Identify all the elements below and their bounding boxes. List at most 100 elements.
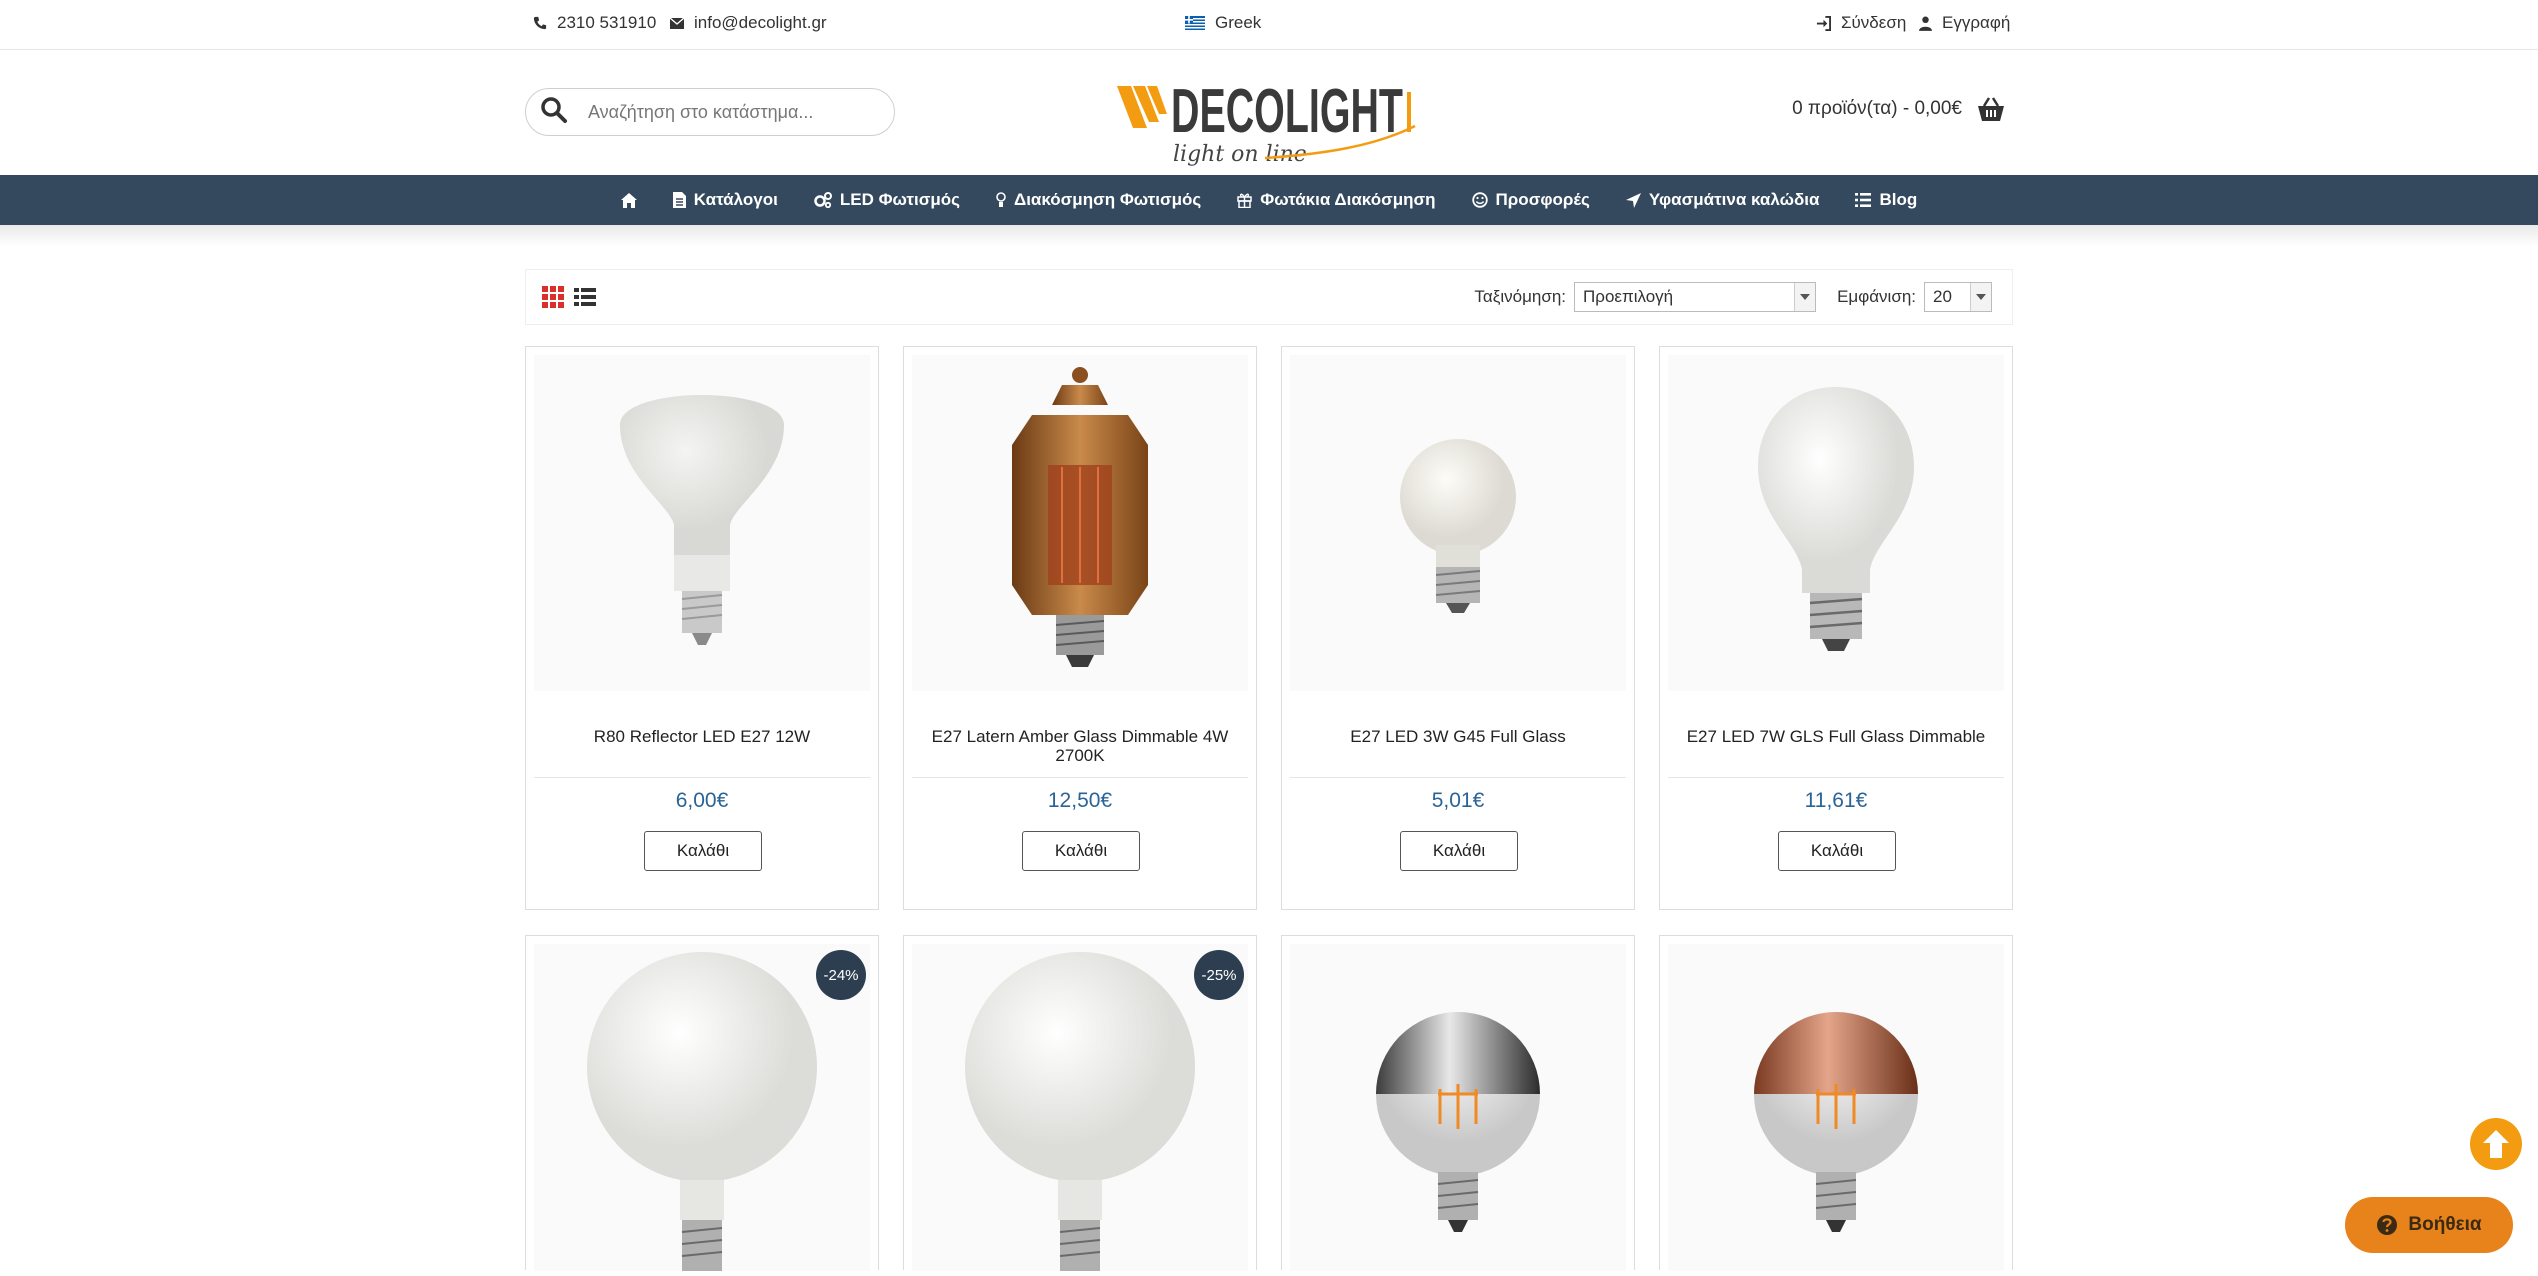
nav-label: LED Φωτισμός: [839, 190, 960, 209]
language-selector[interactable]: Greek: [1185, 13, 1261, 33]
product-image[interactable]: [912, 944, 1248, 1271]
sort-select[interactable]: Προεπιλογή: [1574, 282, 1816, 312]
sort-control: Ταξινόμηση: Προεπιλογή: [1474, 282, 1816, 312]
nav-offers[interactable]: Προσφορές: [1471, 190, 1590, 210]
product-price: 6,00€: [675, 789, 729, 812]
product-price: 12,50€: [1047, 789, 1113, 812]
nav-decor-lights[interactable]: Φωτάκια Διακόσμηση: [1237, 190, 1436, 210]
divider: [534, 777, 870, 778]
add-to-cart-button[interactable]: Καλάθι: [1022, 831, 1140, 871]
product-card[interactable]: -24%: [525, 935, 879, 1271]
nav-decor-lighting[interactable]: Διακόσμηση Φωτισμός: [996, 190, 1201, 210]
product-image[interactable]: [1668, 944, 2004, 1271]
nav-catalogs[interactable]: Κατάλογοι: [672, 190, 778, 210]
nav-label: Διακόσμηση Φωτισμός: [1013, 190, 1202, 209]
login-label: Σύνδεση: [1841, 13, 1907, 32]
sort-label: Ταξινόμηση:: [1474, 287, 1566, 306]
sign-in-icon: [1816, 15, 1831, 31]
sort-value: Προεπιλογή: [1583, 287, 1674, 306]
product-toolbar: Ταξινόμηση: Προεπιλογή Εμφάνιση: 20: [525, 269, 2013, 325]
divider: [1290, 777, 1626, 778]
chevron-down-icon: [1794, 283, 1815, 311]
divider: [1668, 777, 2004, 778]
product-image[interactable]: [1668, 355, 2004, 691]
cart-summary[interactable]: 0 προϊόν(τα) - 0,00€: [1792, 96, 2006, 122]
cogs-icon: [814, 192, 832, 208]
product-price: 5,01€: [1431, 789, 1485, 812]
product-image[interactable]: [534, 355, 870, 691]
logo-wordmark: DECOLIGHT: [1171, 77, 1403, 146]
product-title[interactable]: E27 LED 7W GLS Full Glass Dimmable: [1670, 727, 2002, 746]
grid-view-icon[interactable]: [542, 286, 564, 313]
decolight-logo[interactable]: DECOLIGHT light on line: [1115, 76, 1425, 167]
product-card[interactable]: [1659, 935, 2013, 1271]
nav-blog[interactable]: Blog: [1855, 190, 1917, 210]
envelope-icon: [670, 17, 684, 29]
product-card[interactable]: E27 LED 7W GLS Full Glass Dimmable 11,61…: [1659, 346, 2013, 910]
top-bar: 2310 531910 info@decolight.gr Greek Σύνδ…: [0, 0, 2538, 50]
nav-label: Κατάλογοι: [693, 190, 778, 209]
nav-label: Φωτάκια Διακόσμηση: [1260, 190, 1436, 209]
discount-badge: -25%: [1194, 950, 1244, 1000]
add-to-cart-button[interactable]: Καλάθι: [1400, 831, 1518, 871]
search-input[interactable]: [586, 100, 870, 124]
basket-icon: [1978, 97, 2004, 121]
product-title[interactable]: R80 Reflector LED E27 12W: [536, 727, 868, 746]
divider: [912, 777, 1248, 778]
show-control: Εμφάνιση: 20: [1837, 282, 1992, 312]
search-box[interactable]: [525, 88, 895, 136]
show-label: Εμφάνιση:: [1837, 287, 1916, 306]
logo-tagline: light on line: [1173, 142, 1307, 166]
greek-flag-icon: [1185, 16, 1205, 30]
location-arrow-icon: [1625, 192, 1641, 208]
search-icon[interactable]: [540, 96, 568, 129]
nav-fabric-cables[interactable]: Υφασμάτινα καλώδια: [1625, 190, 1820, 210]
lightbulb-icon: [996, 192, 1006, 207]
product-card[interactable]: R80 Reflector LED E27 12W 6,00€ Καλάθι: [525, 346, 879, 910]
nav-label: Υφασμάτινα καλώδια: [1648, 190, 1820, 209]
product-image[interactable]: [912, 355, 1248, 691]
product-card[interactable]: E27 Latern Amber Glass Dimmable 4W 2700K…: [903, 346, 1257, 910]
product-card[interactable]: [1281, 935, 1635, 1271]
product-title[interactable]: E27 LED 3W G45 Full Glass: [1292, 727, 1624, 746]
document-icon: [672, 192, 686, 208]
help-label: Βοήθεια: [2408, 1214, 2482, 1235]
show-select[interactable]: 20: [1924, 282, 1992, 312]
question-circle-icon: [2377, 1215, 2398, 1235]
user-icon: [1919, 16, 1932, 31]
gift-icon: [1237, 193, 1252, 208]
main-navigation: Κατάλογοι LED Φωτισμός Διακόσμηση Φωτισμ…: [0, 175, 2538, 225]
login-link[interactable]: Σύνδεση: [1816, 13, 1906, 33]
nav-shadow: [0, 225, 2538, 247]
add-to-cart-button[interactable]: Καλάθι: [644, 831, 762, 871]
email-address: info@decolight.gr: [694, 13, 827, 32]
product-card[interactable]: -25%: [903, 935, 1257, 1271]
discount-badge: -24%: [816, 950, 866, 1000]
help-button[interactable]: Βοήθεια: [2345, 1197, 2513, 1253]
scroll-to-top-button[interactable]: [2470, 1118, 2522, 1170]
nav-label: Προσφορές: [1495, 190, 1590, 209]
nav-home[interactable]: [620, 192, 637, 208]
register-link[interactable]: Εγγραφή: [1919, 13, 2010, 33]
product-image[interactable]: [1290, 355, 1626, 691]
smile-icon: [1471, 192, 1488, 208]
add-to-cart-button[interactable]: Καλάθι: [1778, 831, 1896, 871]
chevron-down-icon: [1970, 283, 1991, 311]
product-title[interactable]: E27 Latern Amber Glass Dimmable 4W 2700K: [914, 727, 1246, 765]
list-view-icon[interactable]: [574, 286, 596, 313]
phone-icon: [533, 16, 547, 30]
register-label: Εγγραφή: [1942, 13, 2011, 32]
product-card[interactable]: E27 LED 3W G45 Full Glass 5,01€ Καλάθι: [1281, 346, 1635, 910]
product-image[interactable]: [1290, 944, 1626, 1271]
product-image[interactable]: [534, 944, 870, 1271]
email-contact[interactable]: info@decolight.gr: [670, 13, 827, 33]
product-price: 11,61€: [1804, 789, 1868, 812]
language-label: Greek: [1215, 13, 1262, 32]
nav-label: Blog: [1879, 190, 1918, 209]
list-icon: [1855, 193, 1872, 207]
cart-total: 0 προϊόν(τα) - 0,00€: [1792, 98, 1962, 119]
nav-led-lighting[interactable]: LED Φωτισμός: [814, 190, 960, 210]
home-icon: [620, 192, 637, 208]
show-value: 20: [1933, 287, 1952, 306]
phone-contact[interactable]: 2310 531910: [533, 13, 656, 33]
